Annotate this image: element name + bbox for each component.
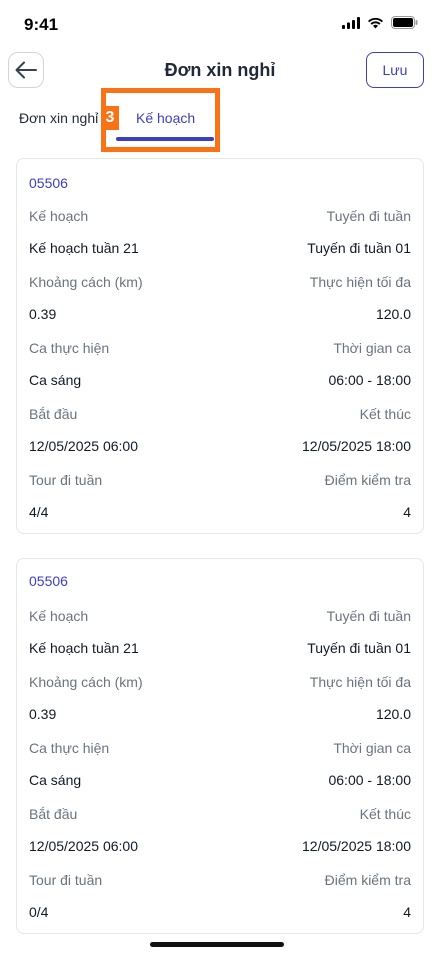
start-label: Bắt đầu <box>29 406 78 422</box>
signal-icon <box>342 16 360 29</box>
distance-label: Khoảng cách (km) <box>29 274 143 290</box>
checkpoint-label: Điểm kiểm tra <box>324 472 411 488</box>
card-id[interactable]: 05506 <box>29 175 68 191</box>
shift-label: Ca thực hiện <box>29 340 110 356</box>
plan-card[interactable]: 05506 Kế hoạch Tuyến đi tuần Kế hoạch tu… <box>16 158 424 534</box>
route-label: Tuyến đi tuần <box>326 208 411 224</box>
shift-value: Ca sáng <box>29 372 82 388</box>
home-indicator <box>150 942 284 947</box>
checkpoint-label: Điểm kiểm tra <box>324 872 411 888</box>
max-value: 120.0 <box>375 706 411 722</box>
route-value: Tuyến đi tuần 01 <box>307 640 411 656</box>
checkpoint-value: 4 <box>403 504 411 520</box>
wifi-icon <box>368 17 383 28</box>
tour-value: 0/4 <box>29 904 49 920</box>
plan-card[interactable]: 05506 Kế hoạch Tuyến đi tuần Kế hoạch tu… <box>16 558 424 934</box>
shift-time-value: 06:00 - 18:00 <box>328 772 411 788</box>
route-label: Tuyến đi tuần <box>326 608 411 624</box>
plan-value: Kế hoạch tuần 21 <box>29 240 139 256</box>
save-button[interactable]: Lưu <box>366 52 424 88</box>
end-value: 12/05/2025 18:00 <box>302 838 411 854</box>
battery-icon <box>391 16 418 29</box>
status-bar: 9:41 <box>0 0 440 50</box>
shift-time-label: Thời gian ca <box>333 740 411 756</box>
tour-label: Tour đi tuần <box>29 872 103 888</box>
shift-time-label: Thời gian ca <box>333 340 411 356</box>
distance-label: Khoảng cách (km) <box>29 674 143 690</box>
tab-active-indicator <box>116 137 214 141</box>
card-id[interactable]: 05506 <box>29 573 68 589</box>
max-value: 120.0 <box>375 306 411 322</box>
end-label: Kết thúc <box>359 406 411 422</box>
shift-time-value: 06:00 - 18:00 <box>328 372 411 388</box>
tab-leave-request[interactable]: Đơn xin nghỉ <box>19 110 98 126</box>
end-label: Kết thúc <box>359 806 411 822</box>
plan-value: Kế hoạch tuần 21 <box>29 640 139 656</box>
tour-value: 4/4 <box>29 504 49 520</box>
start-value: 12/05/2025 06:00 <box>29 438 138 454</box>
status-icons <box>342 16 418 29</box>
status-time: 9:41 <box>24 15 59 34</box>
shift-label: Ca thực hiện <box>29 740 110 756</box>
max-label: Thực hiện tối đa <box>309 274 411 290</box>
plan-label: Kế hoạch <box>29 608 89 624</box>
distance-value: 0.39 <box>29 706 57 722</box>
shift-value: Ca sáng <box>29 772 82 788</box>
tour-label: Tour đi tuần <box>29 472 103 488</box>
end-value: 12/05/2025 18:00 <box>302 438 411 454</box>
route-value: Tuyến đi tuần 01 <box>307 240 411 256</box>
start-label: Bắt đầu <box>29 806 78 822</box>
distance-value: 0.39 <box>29 306 57 322</box>
tab-badge: 3 <box>101 106 119 130</box>
tab-plan[interactable]: Kế hoạch <box>136 110 195 126</box>
max-label: Thực hiện tối đa <box>309 674 411 690</box>
checkpoint-value: 4 <box>403 904 411 920</box>
plan-label: Kế hoạch <box>29 208 89 224</box>
start-value: 12/05/2025 06:00 <box>29 838 138 854</box>
